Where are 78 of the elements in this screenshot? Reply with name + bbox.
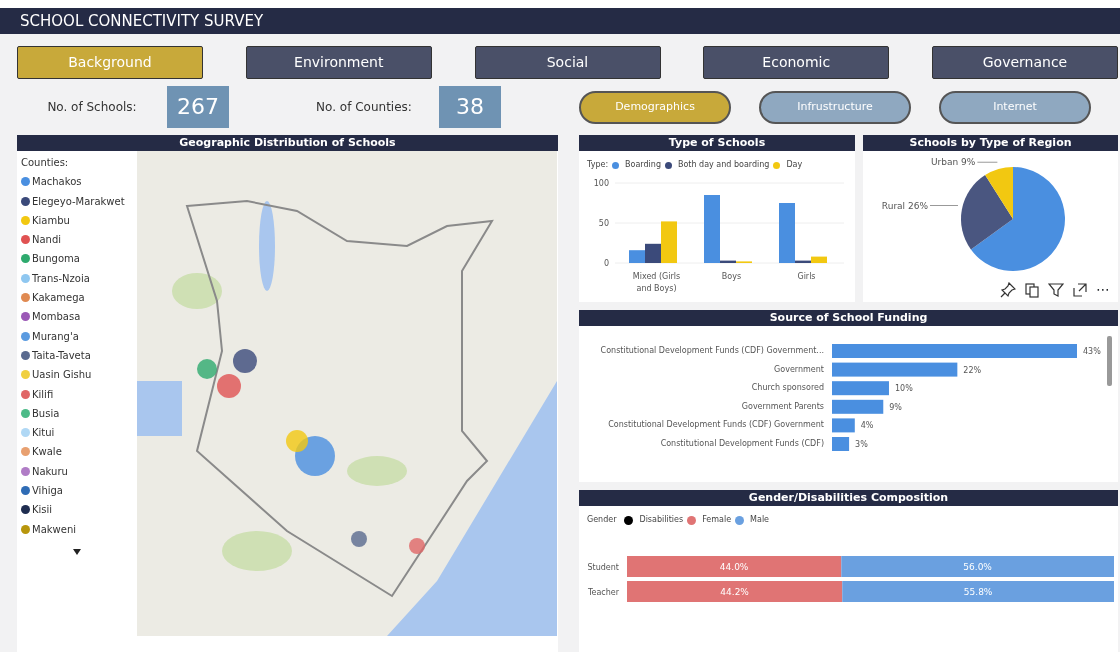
panel-header: Schools by Type of Region [863, 135, 1118, 151]
axis-label: Government [774, 364, 824, 374]
filter-icon[interactable] [1048, 281, 1064, 298]
legend-label[interactable]: Kiambu [32, 214, 70, 226]
axis-label: Mixed (Girls and Boys) [631, 271, 682, 295]
axis-label: 50 [598, 219, 609, 228]
tab[interactable]: Environment [245, 46, 432, 79]
legend-label: Male [750, 514, 770, 526]
data-label: 10% [895, 384, 913, 394]
legend-label[interactable]: Taita-Taveta [32, 349, 91, 361]
data-label: 9% [889, 402, 902, 412]
panel-header: Source of School Funding [579, 310, 1118, 326]
legend-label: Boarding [625, 159, 661, 171]
data-label: 43% [1083, 347, 1101, 356]
axis-label: Student [587, 563, 619, 572]
axis-label: Church sponsored [751, 383, 824, 393]
axis-label: 0 [603, 259, 609, 268]
legend-label[interactable]: Kilifi [32, 388, 54, 400]
panel-header: Geographic Distribution of Schools [17, 135, 558, 151]
stat-label: No. of Schools: [46, 99, 138, 116]
more-options-icon[interactable]: ⋯ [1096, 279, 1110, 300]
axis-label: Teacher [587, 588, 619, 597]
legend-label[interactable]: Makweni [32, 523, 76, 535]
legend-label[interactable]: Murang'a [32, 330, 79, 342]
stat-value: 38 [439, 86, 501, 128]
scroll-down-icon [72, 548, 82, 555]
data-label: 4% [860, 421, 874, 431]
legend-label[interactable]: Bungoma [32, 253, 80, 265]
panel-header: Gender/Disabilities Composition [579, 490, 1118, 506]
data-label: 3% [855, 440, 868, 449]
legend-label[interactable]: Machakos [32, 176, 82, 188]
tab[interactable]: Economic [703, 46, 890, 79]
legend-title: Counties: [21, 156, 70, 170]
axis-label: Constitutional Development Funds (CDF) Government... [600, 346, 824, 355]
legend-title: Type: [587, 159, 609, 171]
data-label: Rural 26% [881, 200, 928, 211]
axis-label: Government Parents [741, 401, 824, 411]
bar [832, 399, 884, 414]
stat-label: No. of Counties: [315, 99, 413, 116]
copy-icon[interactable] [1024, 281, 1040, 298]
axis-label: Girls [797, 271, 816, 283]
legend-label[interactable]: Kwale [32, 446, 62, 458]
legend-label[interactable]: Nakuru [32, 465, 68, 477]
legend-label: Female [702, 514, 732, 526]
data-label: 22% [963, 365, 982, 375]
legend-label[interactable]: Vihiga [32, 485, 63, 497]
axis-label: Constitutional Development Funds (CDF) [660, 439, 824, 448]
tab[interactable]: Social [474, 46, 661, 79]
dashboard-title: SCHOOL CONNECTIVITY SURVEY [0, 8, 1120, 34]
legend-title: Gender [587, 514, 617, 526]
legend-label: Day [786, 159, 803, 171]
axis-label: 100 [593, 179, 609, 188]
legend-label[interactable]: Kisii [32, 504, 53, 516]
legend-label[interactable]: Trans-Nzoia [32, 272, 90, 284]
data-label: 55.8% [963, 587, 993, 597]
data-label: 44.2% [720, 587, 749, 597]
legend-label[interactable]: Elegeyo-Marakwet [32, 195, 125, 207]
legend-label[interactable]: Nandi [32, 234, 62, 246]
bar [832, 381, 889, 396]
legend-label[interactable]: Busia [32, 407, 60, 419]
axis-label: Constitutional Development Funds (CDF) Government [608, 420, 824, 430]
axis-label: Boys [721, 271, 742, 283]
legend-label: Disabilities [639, 514, 684, 526]
legend-label: Both day and boarding [677, 159, 770, 171]
bar [832, 418, 855, 433]
stat-value: 267 [167, 86, 229, 128]
legend-label[interactable]: Mombasa [32, 311, 81, 323]
data-label: Urban 9% [931, 157, 976, 168]
bar [832, 437, 850, 451]
tab[interactable]: Governance [932, 46, 1118, 79]
data-label: 44.0% [719, 562, 749, 572]
legend-label[interactable]: Uasin Gishu [32, 369, 92, 381]
legend-label[interactable]: Kitui [32, 427, 55, 439]
panel-header: Type of Schools [579, 135, 855, 151]
data-label: 56.0% [963, 562, 992, 572]
legend-label[interactable]: Kakamega [32, 292, 85, 304]
expand-icon[interactable] [1072, 281, 1088, 298]
pin-icon[interactable] [1000, 281, 1016, 298]
